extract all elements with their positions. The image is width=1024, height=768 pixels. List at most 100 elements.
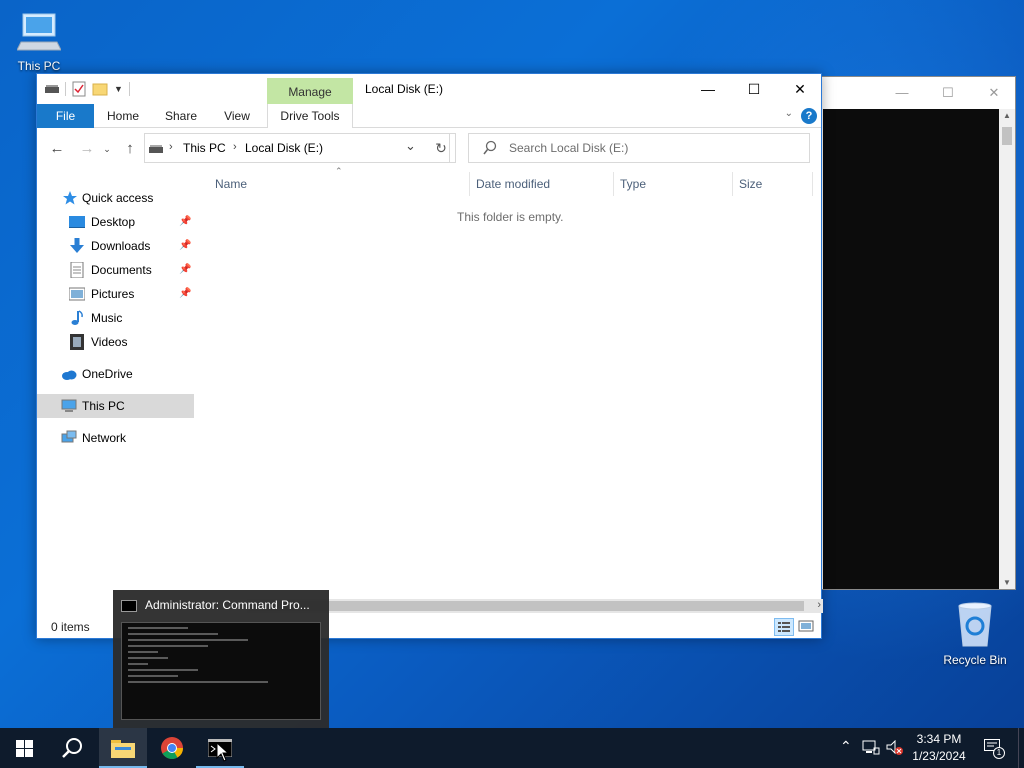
pin-icon[interactable]: 📌 [179,234,191,258]
column-divider[interactable] [812,172,813,196]
search-button[interactable] [48,728,96,768]
taskbar-clock[interactable]: 3:34 PM 1/23/2024 [904,731,974,765]
computer-icon [16,13,62,51]
ribbon-tabs: File Home Share View Drive Tools ⌄ ? [37,104,821,128]
minimize-button[interactable]: — [879,77,925,109]
file-explorer-taskbar-button[interactable] [99,728,147,768]
tab-share[interactable]: Share [157,104,205,128]
horizontal-scrollbar[interactable]: › [247,599,823,613]
desktop-icon-label: Recycle Bin [943,653,1007,667]
column-header-size[interactable]: Size [739,172,762,196]
nav-downloads[interactable]: Downloads 📌 [37,234,194,258]
nav-label: Videos [91,335,128,349]
scroll-up-arrow[interactable]: ▲ [999,111,1015,120]
nav-label: Documents [91,263,152,277]
breadcrumb-local-disk[interactable]: Local Disk (E:) [245,141,323,155]
breadcrumb-this-pc[interactable]: This PC [183,141,226,155]
item-count: 0 items [51,620,90,634]
chevron-right-icon[interactable]: › [169,141,173,153]
manage-context-tab[interactable]: Manage [267,78,353,104]
scrollbar-thumb[interactable] [249,601,804,611]
search-box[interactable]: Search Local Disk (E:) [468,133,810,163]
recent-locations-chevron-icon[interactable]: ⌄ [97,139,117,159]
pin-icon[interactable]: 📌 [179,210,191,234]
chrome-taskbar-button[interactable] [148,728,196,768]
pin-icon[interactable]: 📌 [179,282,191,306]
nav-label: Quick access [82,191,154,205]
file-list[interactable]: ⌃ Name Date modified Type Size This fold… [197,166,821,602]
column-divider[interactable] [732,172,733,196]
start-button[interactable] [0,728,48,768]
file-explorer-window[interactable]: ▼ Manage Local Disk (E:) — ☐ ✕ File Home… [36,73,823,639]
close-button[interactable]: ✕ [971,77,1017,109]
new-folder-icon[interactable] [92,82,108,96]
nav-documents[interactable]: Documents 📌 [37,258,194,282]
action-center-button[interactable]: 1 [982,728,1006,768]
customize-toolbar-icon[interactable]: ▼ [114,84,123,94]
nav-desktop[interactable]: Desktop 📌 [37,210,194,234]
computer-icon [61,399,77,412]
search-placeholder: Search Local Disk (E:) [509,141,629,155]
pin-icon[interactable]: 📌 [179,258,191,282]
chevron-right-icon[interactable]: › [233,141,237,153]
column-header-name[interactable]: Name [215,172,247,196]
command-prompt-window[interactable]: — ☐ ✕ ▲ ▼ [800,76,1016,590]
forward-button[interactable]: → [77,139,97,159]
show-desktop-button[interactable] [1018,728,1024,768]
nav-network[interactable]: Network [37,426,194,450]
preview-title: Administrator: Command Pro... [145,598,310,612]
separator [128,82,130,96]
column-divider[interactable] [469,172,470,196]
tab-file[interactable]: File [37,104,94,128]
scroll-right-arrow[interactable]: › [817,599,821,611]
nav-pictures[interactable]: Pictures 📌 [37,282,194,306]
up-button[interactable]: ↑ [120,139,140,159]
vertical-scrollbar[interactable]: ▲ ▼ [999,109,1015,589]
large-icons-view-icon [798,620,814,632]
properties-icon[interactable] [72,81,86,97]
refresh-button[interactable]: ↻ [427,133,456,163]
recycle-bin-icon [958,602,992,647]
scrollbar-thumb[interactable] [1002,127,1012,145]
details-view-button[interactable] [774,618,794,636]
cmd-console[interactable] [823,109,999,589]
scroll-down-arrow[interactable]: ▼ [999,578,1015,587]
tab-home[interactable]: Home [99,104,147,128]
taskbar-thumbnail-preview[interactable]: Administrator: Command Pro... [113,590,329,728]
help-icon[interactable]: ? [801,108,817,124]
expand-ribbon-icon[interactable]: ⌄ [785,108,793,119]
large-icons-view-button[interactable] [797,618,817,636]
maximize-button[interactable]: ☐ [925,77,971,109]
column-header-type[interactable]: Type [620,172,646,196]
nav-quick-access[interactable]: Quick access [37,186,194,210]
network-icon [61,430,77,443]
cmd-titlebar[interactable]: — ☐ ✕ [801,77,1015,109]
tab-view[interactable]: View [213,104,261,128]
desktop-icon-label: This PC [17,59,61,73]
address-dropdown-icon[interactable]: ⌄ [405,138,416,154]
close-button[interactable]: ✕ [777,74,823,104]
folder-icon [111,740,135,758]
drive-icon[interactable] [45,84,59,94]
back-button[interactable]: ← [47,139,67,159]
windows-logo-icon [16,740,33,757]
maximize-button[interactable]: ☐ [731,74,777,104]
taskbar: ⌃ 3:34 PM 1/23/2024 1 [0,728,1024,768]
tab-drive-tools[interactable]: Drive Tools [267,104,353,128]
nav-this-pc[interactable]: This PC [37,394,194,418]
navigation-pane: Quick access Desktop 📌 Downloads 📌 Docum… [37,172,194,612]
separator [65,82,66,96]
desktop-icon-recycle-bin[interactable]: Recycle Bin [937,600,1013,667]
minimize-button[interactable]: — [685,74,731,104]
nav-videos[interactable]: Videos [37,330,194,354]
explorer-titlebar[interactable]: ▼ Manage Local Disk (E:) — ☐ ✕ [37,74,821,104]
column-divider[interactable] [613,172,614,196]
address-bar[interactable]: › This PC › Local Disk (E:) ⌄ [144,133,450,163]
desktop-icon [69,216,85,228]
desktop-icon-this-pc[interactable]: This PC [1,10,77,73]
cmd-taskbar-button[interactable] [196,728,244,768]
nav-music[interactable]: Music [37,306,194,330]
nav-onedrive[interactable]: OneDrive [37,362,194,386]
column-header-date-modified[interactable]: Date modified [476,172,550,196]
preview-image[interactable] [121,622,321,720]
